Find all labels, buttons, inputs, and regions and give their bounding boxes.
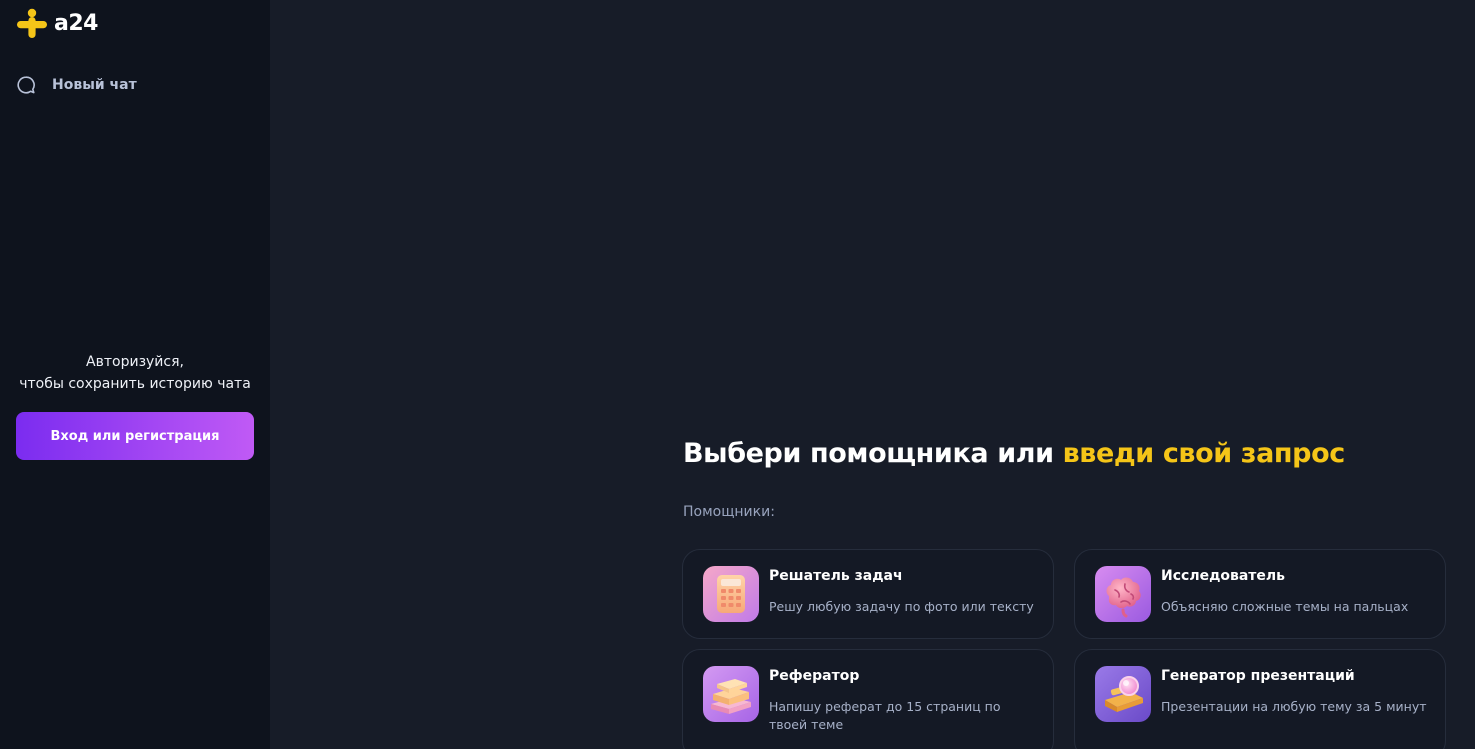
helper-card-essay-writer[interactable]: Реферат​ор Напишу реферат до 15 страниц … (682, 649, 1054, 749)
brand-name: a24 (54, 11, 98, 36)
helper-description: Объясняю сложные темы на пальцах (1161, 599, 1409, 614)
helper-card-presentation-generator[interactable]: Генератор презентаций Презентации на люб… (1074, 649, 1446, 749)
calculator-icon (703, 566, 759, 622)
new-chat-button[interactable]: Новый чат (16, 72, 254, 98)
auth-prompt-line1: Авторизуйся, (86, 354, 184, 370)
sidebar: a24 Новый чат Авторизуйся, чтобы сохрани… (0, 0, 270, 749)
helper-description: Презентации на любую тему за 5 минут (1161, 699, 1427, 714)
helper-title: Решатель задач (769, 568, 903, 584)
plus-logo-icon (17, 8, 47, 38)
headline-accent: введи свой запрос (1062, 438, 1346, 469)
login-register-button[interactable]: Вход или регистрация (16, 412, 254, 460)
headline-part1: Выбери помощника или (683, 438, 1063, 469)
helper-title: Генератор презентаций (1161, 668, 1355, 684)
books-icon (703, 666, 759, 722)
app-root: a24 Новый чат Авторизуйся, чтобы сохрани… (0, 0, 1475, 749)
helper-description: Решу любую задачу по фото или тексту (769, 599, 1034, 614)
page-headline: Выбери помощника или введи свой запрос (683, 436, 1345, 472)
presentation-icon (1095, 666, 1151, 722)
helpers-label: Помощники: (683, 504, 775, 520)
helper-title: Реферат​ор (769, 668, 860, 684)
helper-description: Напишу реферат до 15 страниц по твоей те… (769, 699, 1001, 732)
auth-prompt-line2: чтобы сохранить историю чата (19, 376, 251, 392)
helper-card-task-solver[interactable]: Решатель задач Решу любую задачу по фото… (682, 549, 1054, 639)
auth-prompt: Авторизуйся, чтобы сохранить историю чат… (0, 351, 270, 395)
new-chat-label: Новый чат (52, 77, 137, 93)
chat-bubble-icon (17, 76, 35, 94)
brain-icon (1095, 566, 1151, 622)
brand-logo[interactable]: a24 (16, 8, 98, 40)
helper-card-researcher[interactable]: Исследователь Объясняю сложные темы на п… (1074, 549, 1446, 639)
helper-title: Исследователь (1161, 568, 1286, 584)
